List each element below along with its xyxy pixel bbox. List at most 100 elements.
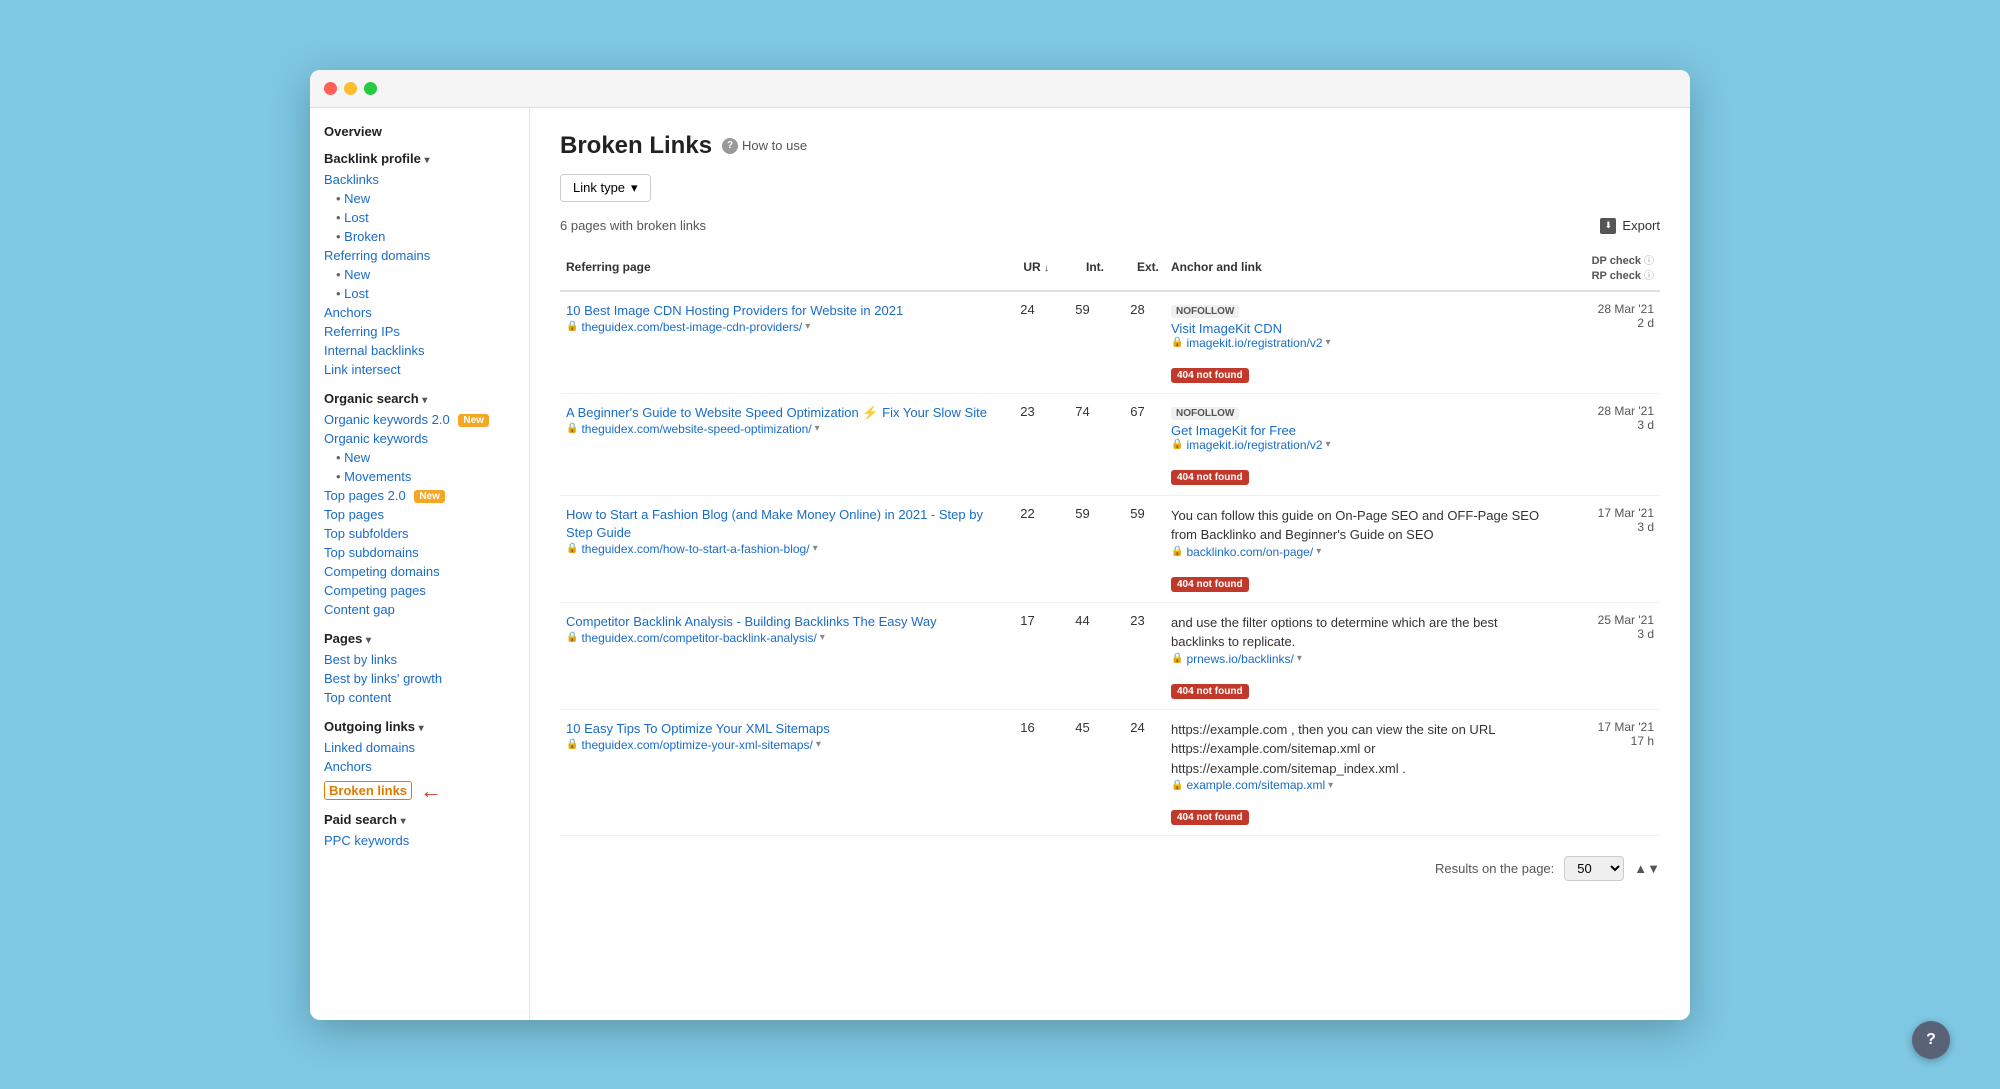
sidebar-item-best-by-links[interactable]: Best by links	[324, 650, 515, 669]
page-title-link[interactable]: A Beginner's Guide to Website Speed Opti…	[566, 404, 994, 422]
sidebar-item-backlinks-lost[interactable]: Lost	[336, 208, 515, 227]
page-url-text[interactable]: theguidex.com/website-speed-optimization…	[581, 422, 811, 436]
sidebar-item-referring-domains[interactable]: Referring domains	[324, 246, 515, 265]
page-url-text[interactable]: theguidex.com/best-image-cdn-providers/	[581, 320, 802, 334]
sidebar-item-competing-pages[interactable]: Competing pages	[324, 581, 515, 600]
url-chevron-icon: ▾	[820, 632, 825, 643]
sidebar-item-top-pages[interactable]: Top pages	[324, 505, 515, 524]
page-title-link[interactable]: Competitor Backlink Analysis - Building …	[566, 613, 994, 631]
sidebar-item-referring-ips[interactable]: Referring IPs	[324, 322, 515, 341]
main-content: Broken Links ? How to use Link type ▾ 6 …	[530, 108, 1690, 1020]
url-chevron-icon: ▾	[816, 739, 821, 750]
page-url-display: 🔒 theguidex.com/best-image-cdn-providers…	[566, 320, 994, 334]
page-title-link[interactable]: 10 Best Image CDN Hosting Providers for …	[566, 302, 994, 320]
sidebar-item-organic-keywords-2[interactable]: Organic keywords 2.0 New	[324, 410, 515, 429]
anchor-text[interactable]: Get ImageKit for Free	[1171, 423, 1296, 438]
page-title-link[interactable]: 10 Easy Tips To Optimize Your XML Sitema…	[566, 720, 994, 738]
broken-url-link[interactable]: imagekit.io/registration/v2 ▾	[1186, 438, 1330, 452]
help-button[interactable]: ?	[1912, 1021, 1950, 1059]
pagination-arrows[interactable]: ▲▼	[1634, 861, 1660, 876]
sidebar-backlink-profile-title[interactable]: Backlink profile ▾	[324, 151, 515, 166]
pagination-select[interactable]: 50 100 200	[1564, 856, 1624, 881]
page-title-link[interactable]: How to Start a Fashion Blog (and Make Mo…	[566, 506, 994, 542]
sidebar-item-backlinks-new[interactable]: New	[336, 189, 515, 208]
sidebar-item-linked-domains[interactable]: Linked domains	[324, 738, 515, 757]
page-title-row: Broken Links ? How to use	[560, 132, 1660, 160]
sidebar-item-anchors-outgoing[interactable]: Anchors	[324, 757, 515, 776]
sidebar-item-organic-keywords[interactable]: Organic keywords	[324, 429, 515, 448]
link-type-dropdown[interactable]: Link type ▾	[560, 174, 651, 202]
sidebar-item-anchors[interactable]: Anchors	[324, 303, 515, 322]
page-url-text[interactable]: theguidex.com/competitor-backlink-analys…	[581, 631, 816, 645]
sidebar-item-ppc-keywords[interactable]: PPC keywords	[324, 831, 515, 850]
table-row: 10 Best Image CDN Hosting Providers for …	[560, 291, 1660, 394]
export-button[interactable]: ⬇ Export	[1600, 218, 1660, 234]
broken-url-row: 🔒 backlinko.com/on-page/ ▾	[1171, 545, 1544, 559]
minimize-dot[interactable]	[344, 82, 357, 95]
dp-date: 17 Mar '21	[1556, 720, 1654, 734]
url-chevron-icon: ▾	[815, 423, 820, 434]
int-cell: 44	[1055, 602, 1110, 709]
sidebar-item-referring-lost[interactable]: Lost	[336, 284, 515, 303]
sidebar-item-top-pages-2[interactable]: Top pages 2.0 New	[324, 486, 515, 505]
dropdown-arrow-icon: ▾	[631, 180, 638, 196]
page-url-text[interactable]: theguidex.com/how-to-start-a-fashion-blo…	[581, 542, 809, 556]
sidebar-item-backlinks-broken[interactable]: Broken	[336, 227, 515, 246]
sidebar-organic-search-title[interactable]: Organic search ▾	[324, 391, 515, 406]
lock-icon: 🔒	[566, 423, 578, 434]
int-cell: 59	[1055, 495, 1110, 602]
sidebar-item-content-gap[interactable]: Content gap	[324, 600, 515, 619]
date-cell: 17 Mar '21 3 d	[1550, 495, 1660, 602]
how-to-use-link[interactable]: ? How to use	[722, 138, 807, 154]
broken-url-link[interactable]: prnews.io/backlinks/ ▾	[1186, 652, 1301, 666]
sidebar-item-referring-new[interactable]: New	[336, 265, 515, 284]
pagination-label: Results on the page:	[1435, 861, 1554, 876]
anchor-text[interactable]: Visit ImageKit CDN	[1171, 321, 1282, 336]
sidebar-item-top-subfolders[interactable]: Top subfolders	[324, 524, 515, 543]
sidebar-organic-sub: New Movements	[324, 448, 515, 486]
lock-icon: 🔒	[566, 543, 578, 554]
inline-text: and use the filter options to determine …	[1171, 615, 1498, 650]
broken-url-link[interactable]: imagekit.io/registration/v2 ▾	[1186, 336, 1330, 350]
ur-cell: 17	[1000, 602, 1055, 709]
maximize-dot[interactable]	[364, 82, 377, 95]
sidebar-outgoing-links-title[interactable]: Outgoing links ▾	[324, 719, 515, 734]
table-row: A Beginner's Guide to Website Speed Opti…	[560, 393, 1660, 495]
broken-url-link[interactable]: backlinko.com/on-page/ ▾	[1186, 545, 1321, 559]
title-bar	[310, 70, 1690, 108]
lock-icon: 🔒	[566, 632, 578, 643]
sidebar-item-competing-domains[interactable]: Competing domains	[324, 562, 515, 581]
broken-url-link[interactable]: example.com/sitemap.xml ▾	[1186, 778, 1333, 792]
lock-icon: 🔒	[1171, 653, 1183, 664]
sidebar-item-best-by-links-growth[interactable]: Best by links' growth	[324, 669, 515, 688]
page-url-text[interactable]: theguidex.com/optimize-your-xml-sitemaps…	[581, 738, 812, 752]
dp-date: 25 Mar '21	[1556, 613, 1654, 627]
app-window: Overview Backlink profile ▾ Backlinks Ne…	[310, 70, 1690, 1020]
sidebar-item-broken-links[interactable]: Broken links	[324, 781, 412, 800]
sidebar: Overview Backlink profile ▾ Backlinks Ne…	[310, 108, 530, 1020]
anchor-link-cell: NOFOLLOW Visit ImageKit CDN 🔒 imagekit.i…	[1165, 291, 1550, 394]
referring-page-cell: 10 Easy Tips To Optimize Your XML Sitema…	[560, 709, 1000, 836]
sidebar-item-internal-backlinks[interactable]: Internal backlinks	[324, 341, 515, 360]
lock-icon: 🔒	[1171, 780, 1183, 791]
table-row: Competitor Backlink Analysis - Building …	[560, 602, 1660, 709]
broken-url-row: 🔒 imagekit.io/registration/v2 ▾	[1171, 438, 1544, 452]
sidebar-item-organic-new[interactable]: New	[336, 448, 515, 467]
sidebar-item-top-subdomains[interactable]: Top subdomains	[324, 543, 515, 562]
chevron-down-icon: ▾	[1316, 546, 1321, 557]
sidebar-item-link-intersect[interactable]: Link intersect	[324, 360, 515, 379]
sidebar-item-organic-movements[interactable]: Movements	[336, 467, 515, 486]
col-ur[interactable]: UR ↓	[1000, 244, 1055, 291]
int-cell: 59	[1055, 291, 1110, 394]
sidebar-item-backlinks[interactable]: Backlinks	[324, 170, 515, 189]
ur-cell: 24	[1000, 291, 1055, 394]
top-pages-2-badge: New	[414, 490, 445, 503]
sidebar-item-top-content[interactable]: Top content	[324, 688, 515, 707]
page-title-text: Broken Links	[560, 132, 712, 160]
date-cell: 25 Mar '21 3 d	[1550, 602, 1660, 709]
sidebar-pages-title[interactable]: Pages ▾	[324, 631, 515, 646]
close-dot[interactable]	[324, 82, 337, 95]
chevron-down-icon: ▾	[1326, 439, 1331, 450]
ur-cell: 23	[1000, 393, 1055, 495]
sidebar-paid-search-title[interactable]: Paid search ▾	[324, 812, 515, 827]
